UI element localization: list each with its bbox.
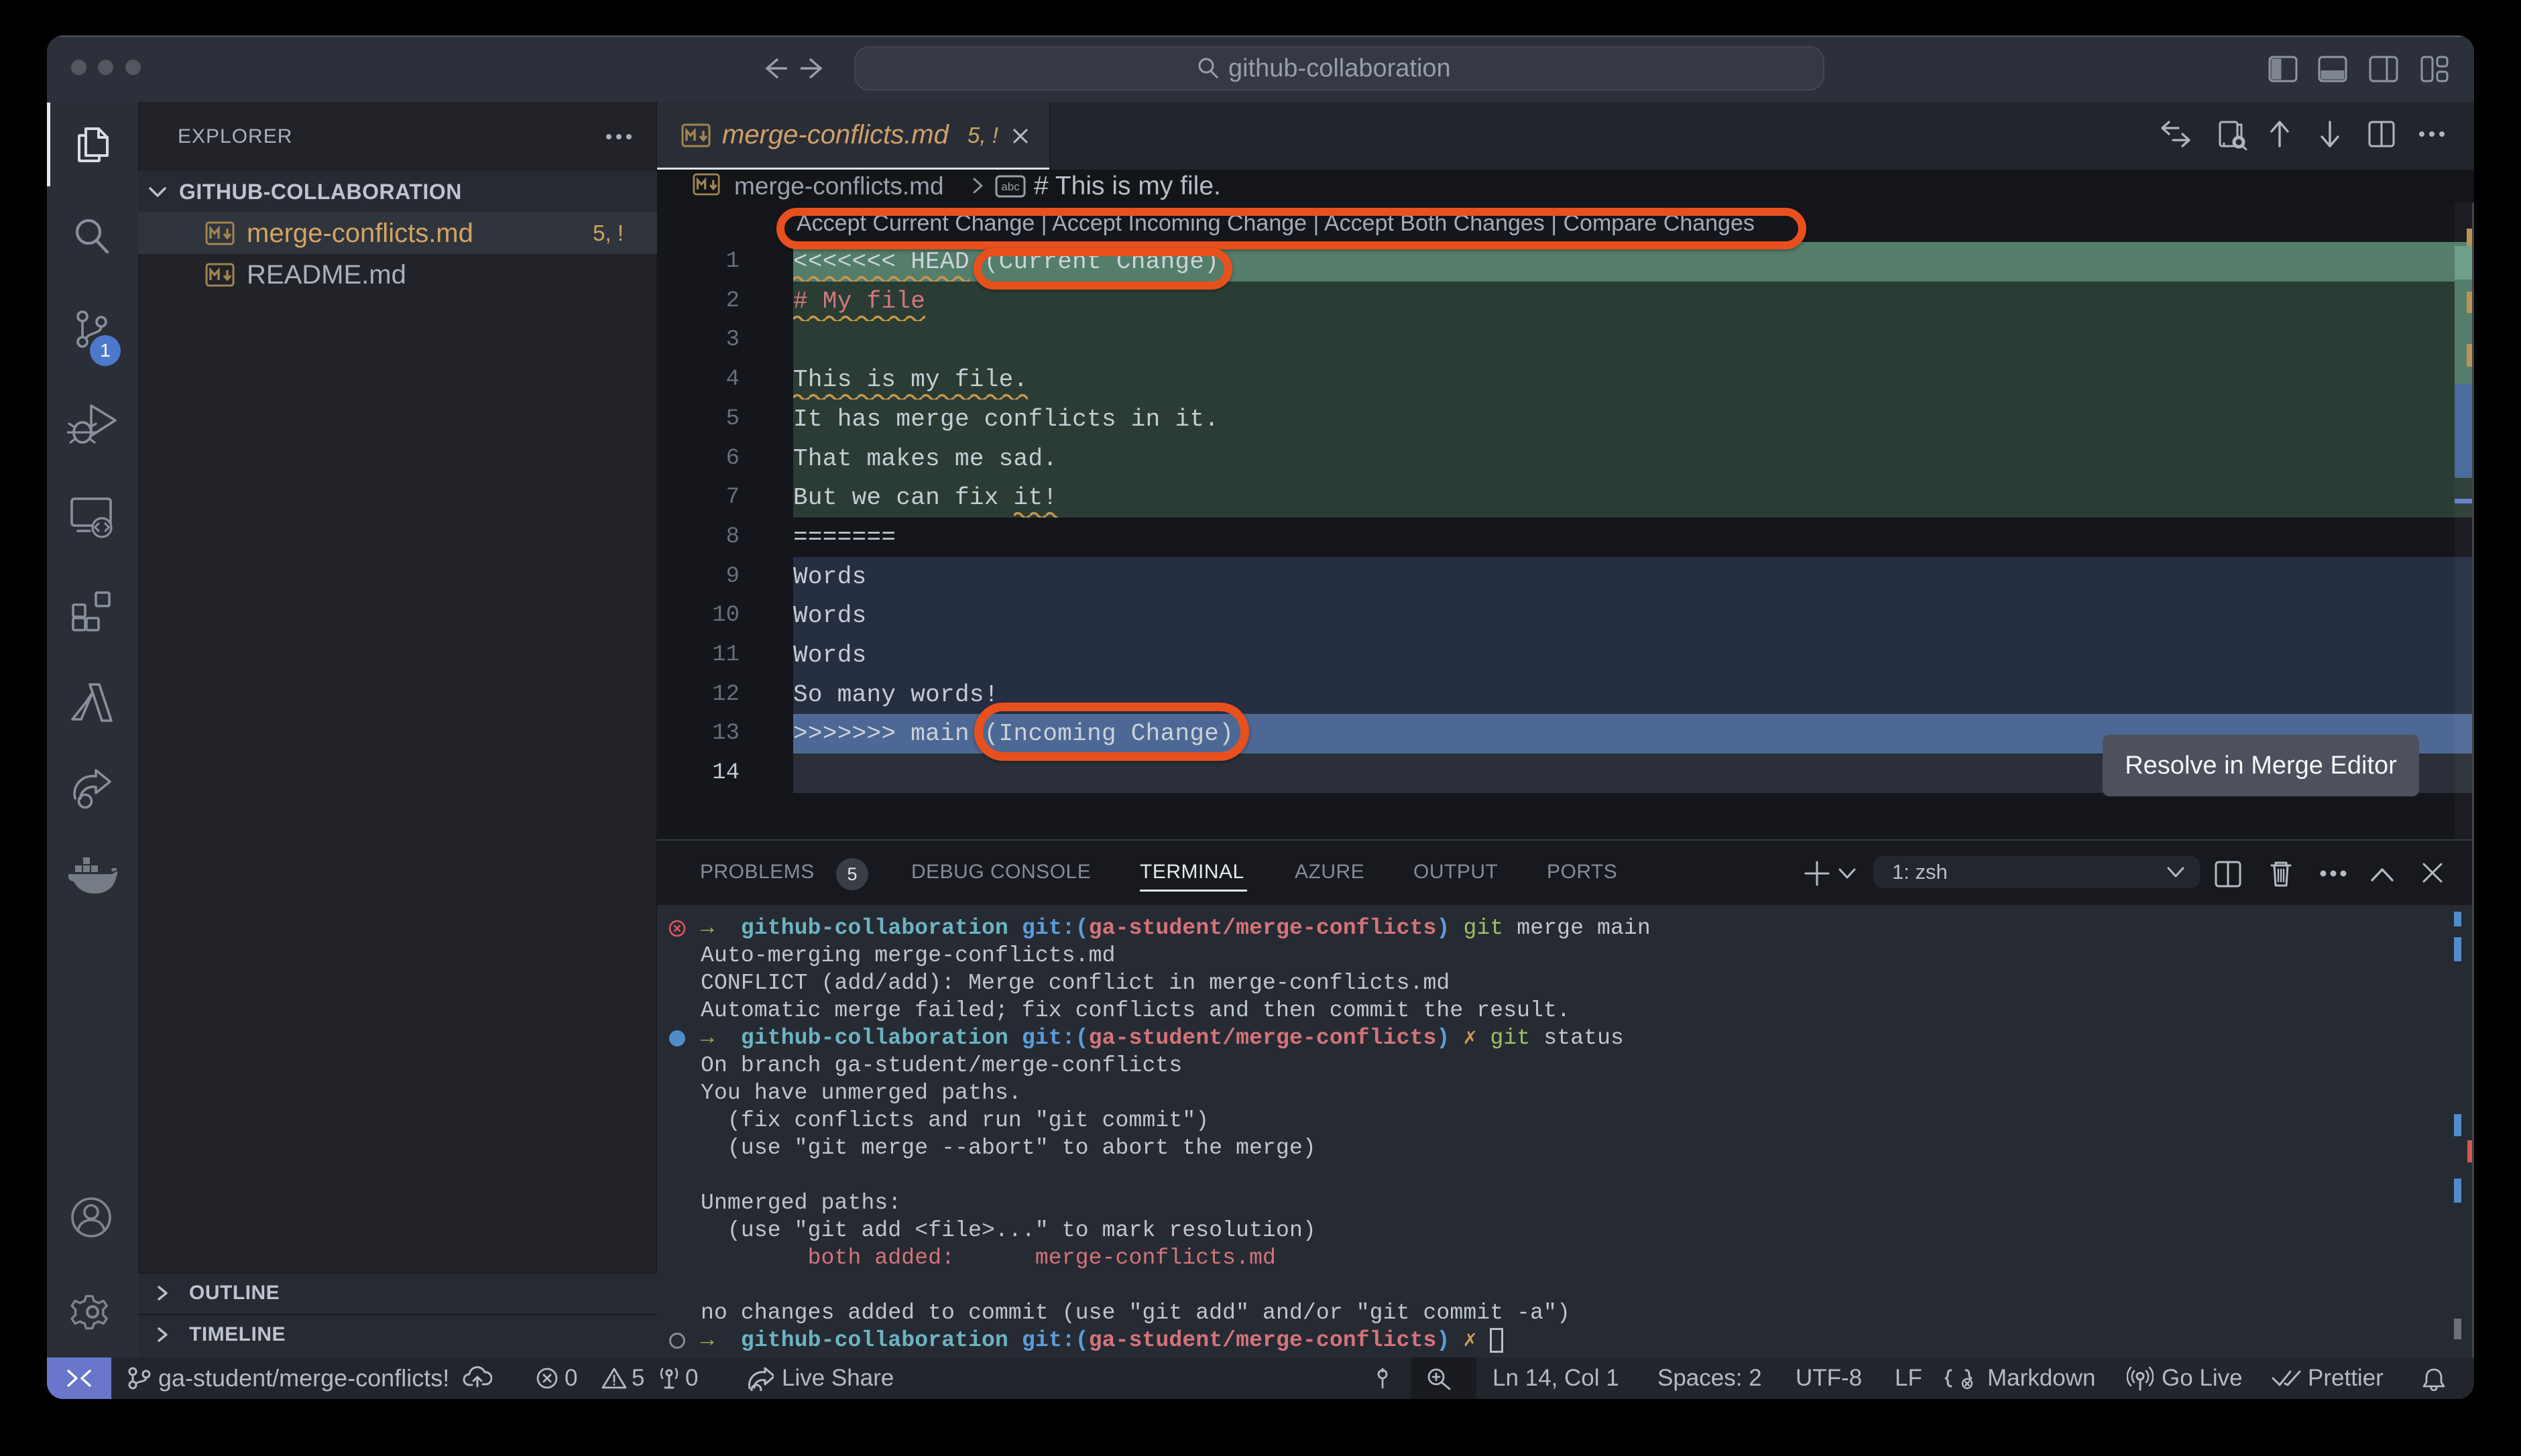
svg-text:abc: abc [1001, 180, 1020, 193]
